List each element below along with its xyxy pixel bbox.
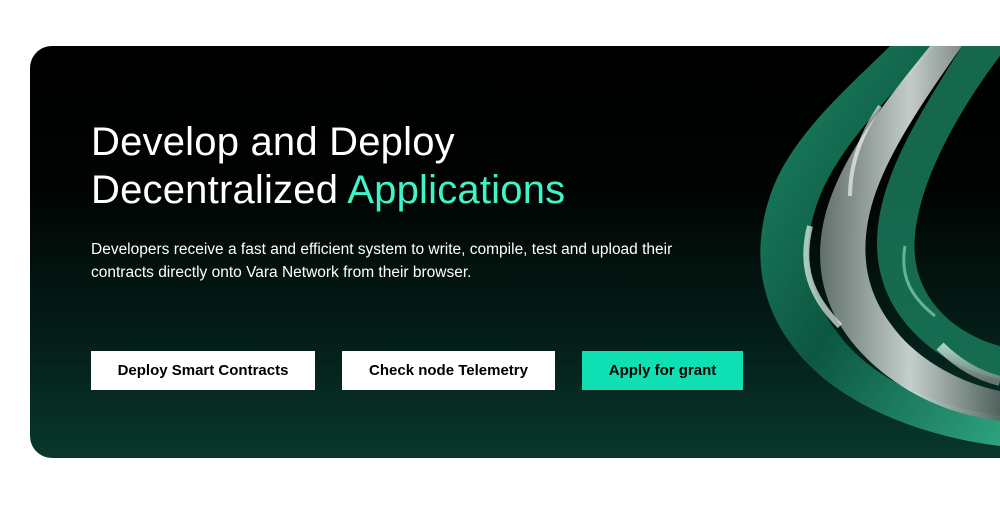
check-node-telemetry-button[interactable]: Check node Telemetry — [342, 351, 555, 390]
hero-title-line1: Develop and Deploy — [91, 120, 455, 164]
hero-title-accent: Applications — [347, 168, 566, 212]
deploy-smart-contracts-button[interactable]: Deploy Smart Contracts — [91, 351, 315, 390]
ribbon-graphic — [760, 46, 1000, 446]
hero-title-line2: Decentralized — [91, 168, 348, 212]
apply-for-grant-button[interactable]: Apply for grant — [582, 351, 743, 390]
hero-description: Developers receive a fast and efficient … — [91, 241, 673, 281]
hero-title: Develop and Deploy Decentralized Applica… — [91, 118, 565, 214]
hero-banner: Develop and Deploy Decentralized Applica… — [30, 46, 1000, 458]
page: Develop and Deploy Decentralized Applica… — [0, 0, 1000, 514]
